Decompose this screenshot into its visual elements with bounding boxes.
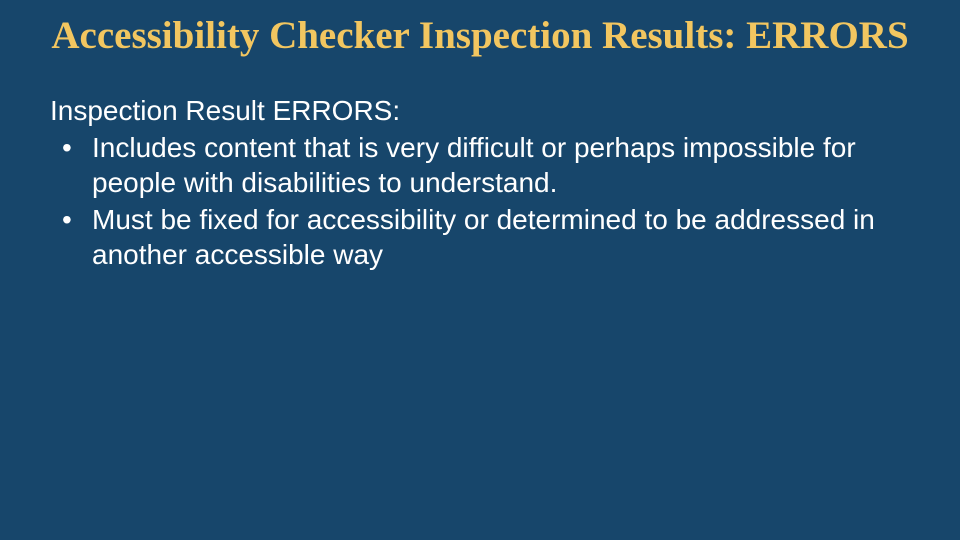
slide-body: Inspection Result ERRORS: Includes conte… [50, 93, 910, 272]
slide-title: Accessibility Checker Inspection Results… [50, 14, 910, 59]
slide: Accessibility Checker Inspection Results… [0, 0, 960, 540]
bullet-list: Includes content that is very difficult … [50, 130, 910, 272]
list-item: Includes content that is very difficult … [50, 130, 910, 200]
lead-text: Inspection Result ERRORS: [50, 93, 910, 128]
list-item: Must be fixed for accessibility or deter… [50, 202, 910, 272]
